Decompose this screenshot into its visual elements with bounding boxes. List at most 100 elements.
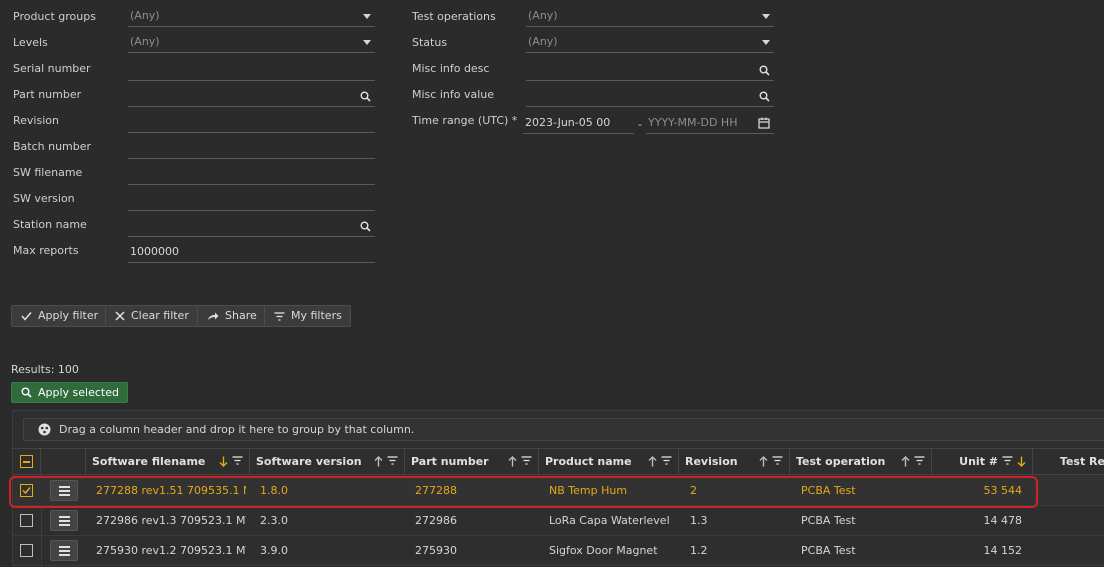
cell-software-version: 2.3.0 bbox=[260, 514, 288, 527]
test-operations-value: (Any) bbox=[528, 9, 558, 22]
cell-part-number: 277288 bbox=[415, 484, 457, 497]
time-range-to-placeholder: YYYY-MM-DD HH bbox=[648, 116, 738, 129]
my-filters-label: My filters bbox=[291, 309, 342, 322]
row-checkbox[interactable] bbox=[20, 514, 33, 527]
group-icon bbox=[38, 423, 51, 436]
calendar-icon[interactable] bbox=[758, 117, 770, 129]
apply-selected-button[interactable]: Apply selected bbox=[11, 382, 128, 403]
time-range-separator: - bbox=[638, 118, 642, 131]
time-range-from-input[interactable]: 2023-Jun-05 00 bbox=[523, 114, 634, 134]
cell-product-name: LoRa Capa Waterlevel bbox=[549, 514, 670, 527]
cell-test-operation: PCBA Test bbox=[801, 484, 856, 497]
cell-product-name: Sigfox Door Magnet bbox=[549, 544, 658, 557]
filter-icon[interactable] bbox=[232, 456, 243, 465]
check-icon bbox=[21, 312, 32, 321]
grid-header: Software filename Software version Part … bbox=[13, 448, 1104, 475]
levels-value: (Any) bbox=[130, 35, 160, 48]
sort-asc-icon[interactable] bbox=[648, 456, 657, 467]
sort-asc-icon[interactable] bbox=[759, 456, 768, 467]
search-icon[interactable] bbox=[759, 91, 770, 102]
table-row[interactable]: 272986 rev1.3 709523.1 MTS ... 2.3.0 272… bbox=[13, 506, 1104, 536]
search-icon bbox=[21, 387, 32, 398]
group-by-panel[interactable]: Drag a column header and drop it here to… bbox=[23, 418, 1104, 441]
filter-icon[interactable] bbox=[521, 456, 532, 465]
cell-unit-number: 14 478 bbox=[983, 514, 1023, 527]
col-revision-label: Revision bbox=[685, 455, 738, 468]
apply-filter-button[interactable]: Apply filter bbox=[11, 305, 108, 327]
apply-selected-label: Apply selected bbox=[38, 385, 119, 399]
serial-number-input[interactable] bbox=[128, 61, 375, 81]
cell-software-filename: 275930 rev1.2 709523.1 MTS ... bbox=[96, 544, 246, 557]
row-menu-button[interactable] bbox=[50, 480, 78, 501]
row-menu-button[interactable] bbox=[50, 540, 78, 561]
col-product-name-label: Product name bbox=[545, 455, 632, 468]
sort-asc-icon[interactable] bbox=[374, 456, 383, 467]
batch-number-input[interactable] bbox=[128, 139, 375, 159]
misc-info-desc-input[interactable] bbox=[526, 61, 774, 81]
my-filters-button[interactable]: My filters bbox=[264, 305, 351, 327]
col-software-version[interactable]: Software version bbox=[250, 449, 405, 475]
part-number-input[interactable] bbox=[128, 87, 375, 107]
col-test-operation-label: Test operation bbox=[796, 455, 886, 468]
group-by-hint: Drag a column header and drop it here to… bbox=[59, 423, 415, 436]
col-unit-number-label: Unit # bbox=[959, 455, 998, 468]
sw-filename-input[interactable] bbox=[128, 165, 375, 185]
sort-asc-icon[interactable] bbox=[901, 456, 910, 467]
col-unit-number[interactable]: Unit # bbox=[932, 449, 1033, 475]
filter-icon[interactable] bbox=[914, 456, 925, 465]
chevron-down-icon bbox=[762, 40, 770, 45]
search-icon[interactable] bbox=[360, 221, 371, 232]
max-reports-input[interactable]: 1000000 bbox=[128, 243, 375, 263]
cell-test-operation: PCBA Test bbox=[801, 544, 856, 557]
col-test-operation[interactable]: Test operation bbox=[790, 449, 932, 475]
cell-test-operation: PCBA Test bbox=[801, 514, 856, 527]
col-product-name[interactable]: Product name bbox=[539, 449, 679, 475]
search-icon[interactable] bbox=[360, 91, 371, 102]
sort-desc-icon[interactable] bbox=[219, 456, 228, 467]
search-icon[interactable] bbox=[759, 65, 770, 76]
row-checkbox[interactable] bbox=[20, 484, 33, 497]
test-operations-dropdown[interactable]: (Any) bbox=[526, 7, 774, 27]
levels-label: Levels bbox=[13, 36, 48, 49]
select-all-checkbox[interactable] bbox=[20, 455, 33, 468]
status-dropdown[interactable]: (Any) bbox=[526, 33, 774, 53]
filter-icon[interactable] bbox=[387, 456, 398, 465]
time-range-to-input[interactable]: YYYY-MM-DD HH bbox=[646, 114, 774, 134]
close-icon bbox=[115, 311, 125, 321]
filter-icon[interactable] bbox=[772, 456, 783, 465]
col-test-result[interactable]: Test Re bbox=[1033, 449, 1104, 475]
sw-version-input[interactable] bbox=[128, 191, 375, 211]
status-value: (Any) bbox=[528, 35, 558, 48]
station-name-input[interactable] bbox=[128, 217, 375, 237]
revision-input[interactable] bbox=[128, 113, 375, 133]
batch-number-label: Batch number bbox=[13, 140, 92, 153]
col-part-number-label: Part number bbox=[411, 455, 489, 468]
misc-info-value-input[interactable] bbox=[526, 87, 774, 107]
table-row[interactable]: 277288 rev1.51 709535.1 MT... 1.8.0 2772… bbox=[13, 476, 1104, 506]
revision-label: Revision bbox=[13, 114, 59, 127]
col-part-number[interactable]: Part number bbox=[405, 449, 539, 475]
filter-icon[interactable] bbox=[1002, 456, 1013, 465]
cell-product-name: NB Temp Hum bbox=[549, 484, 628, 497]
filter-icon[interactable] bbox=[661, 456, 672, 465]
share-label: Share bbox=[225, 309, 257, 322]
col-revision[interactable]: Revision bbox=[679, 449, 790, 475]
part-number-label: Part number bbox=[13, 88, 82, 101]
row-menu-button[interactable] bbox=[50, 510, 78, 531]
levels-dropdown[interactable]: (Any) bbox=[128, 33, 375, 53]
cell-revision: 1.3 bbox=[690, 514, 708, 527]
col-test-result-label: Test Re bbox=[1059, 455, 1104, 468]
status-label: Status bbox=[412, 36, 448, 49]
results-count: Results: 100 bbox=[11, 363, 79, 376]
apply-filter-label: Apply filter bbox=[38, 309, 99, 322]
row-checkbox[interactable] bbox=[20, 544, 33, 557]
col-software-filename[interactable]: Software filename bbox=[86, 449, 250, 475]
product-groups-dropdown[interactable]: (Any) bbox=[128, 7, 375, 27]
cell-software-filename: 277288 rev1.51 709535.1 MT... bbox=[96, 484, 246, 497]
share-button[interactable]: Share bbox=[197, 305, 266, 327]
sort-asc-icon[interactable] bbox=[508, 456, 517, 467]
sort-desc-icon[interactable] bbox=[1017, 456, 1026, 467]
table-row[interactable]: 275930 rev1.2 709523.1 MTS ... 3.9.0 275… bbox=[13, 536, 1104, 566]
clear-filter-button[interactable]: Clear filter bbox=[105, 305, 198, 327]
col-software-version-label: Software version bbox=[256, 455, 362, 468]
